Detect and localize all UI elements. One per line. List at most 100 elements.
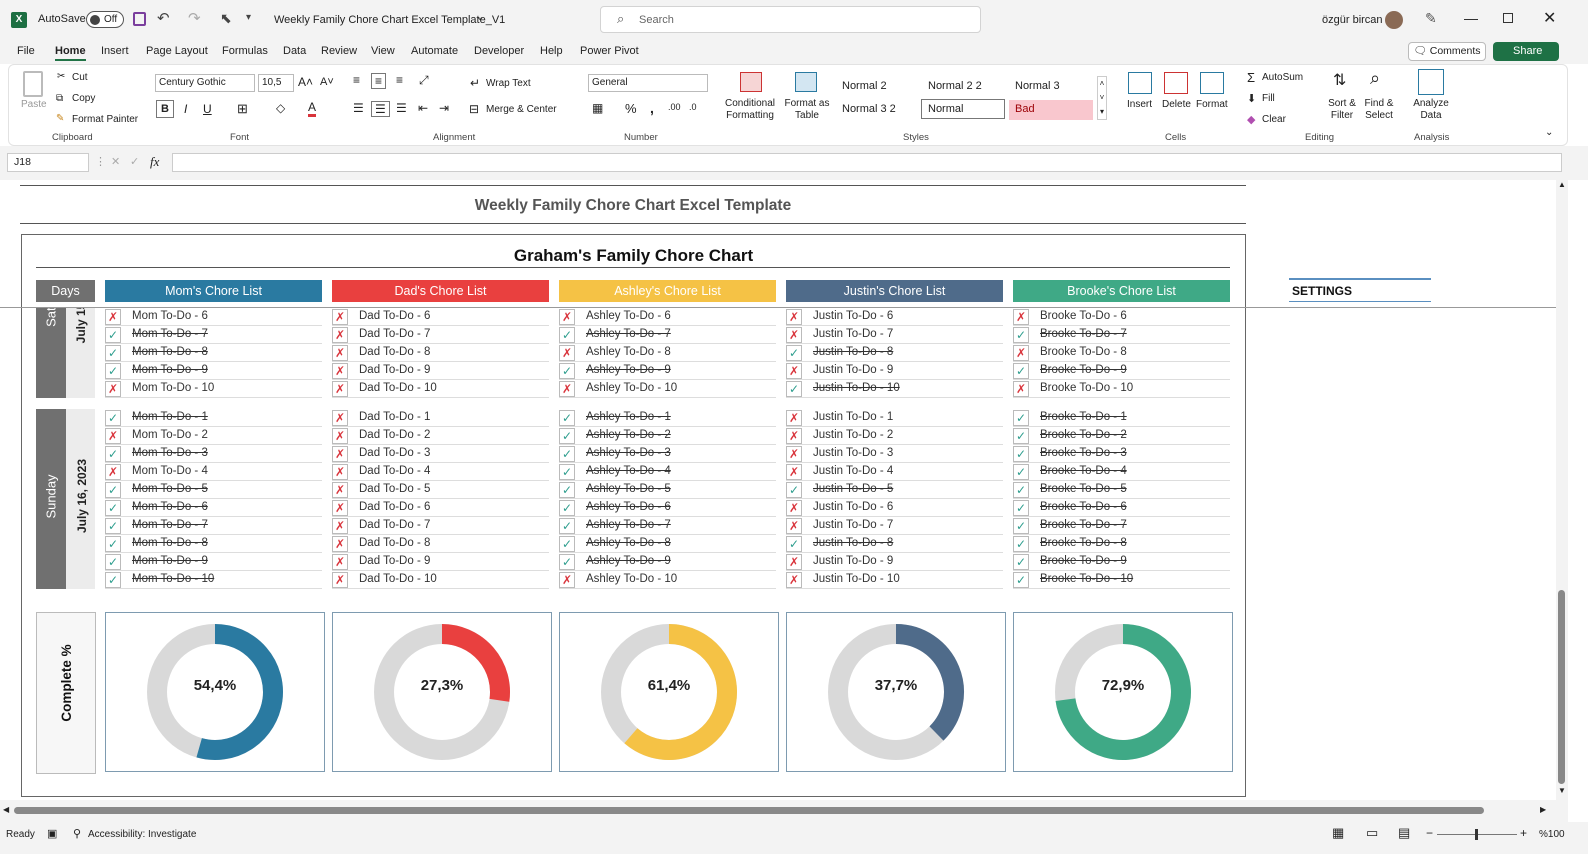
cross-icon[interactable]: ✗ — [332, 410, 348, 426]
cross-icon[interactable]: ✗ — [332, 536, 348, 552]
style-bad[interactable]: Bad — [1009, 100, 1093, 120]
align-bottom-icon[interactable]: ≡ — [396, 73, 403, 87]
checkmark-icon[interactable]: ✓ — [105, 482, 121, 498]
chore-row-justin-sun-5[interactable]: ✗ Justin To-Do - 6 — [786, 499, 1003, 517]
cross-icon[interactable]: ✗ — [1013, 345, 1029, 361]
sort-filter-button[interactable]: Sort & Filter — [1324, 98, 1360, 122]
share-button[interactable]: Share — [1493, 42, 1559, 61]
cross-icon[interactable]: ✗ — [559, 345, 575, 361]
chore-row-justin-sun-7[interactable]: ✓ Justin To-Do - 8 — [786, 535, 1003, 553]
accounting-icon[interactable]: ▦ — [592, 101, 603, 115]
cross-icon[interactable]: ✗ — [332, 572, 348, 588]
pen-icon[interactable]: ✎ — [1425, 10, 1437, 27]
checkmark-icon[interactable]: ✓ — [559, 482, 575, 498]
delete-cells-icon[interactable] — [1164, 72, 1188, 94]
cut-button[interactable]: Cut — [72, 72, 88, 83]
tab-view[interactable]: View — [371, 45, 395, 57]
chore-row-ashley-sun-7[interactable]: ✓ Ashley To-Do - 8 — [559, 535, 776, 553]
scroll-left-icon[interactable]: ◀ — [3, 805, 9, 814]
chore-row-dad-sun-4[interactable]: ✗ Dad To-Do - 5 — [332, 481, 549, 499]
chore-row-justin-sat-2[interactable]: ✓ Justin To-Do - 8 — [786, 344, 1003, 362]
vertical-scrollbar[interactable]: ▲ ▼ — [1556, 180, 1568, 800]
cross-icon[interactable]: ✗ — [786, 518, 802, 534]
chore-row-ashley-sun-1[interactable]: ✓ Ashley To-Do - 2 — [559, 427, 776, 445]
collapse-ribbon-icon[interactable]: ⌄ — [1545, 127, 1553, 138]
paste-icon[interactable] — [23, 71, 43, 97]
chore-row-justin-sun-2[interactable]: ✗ Justin To-Do - 3 — [786, 445, 1003, 463]
underline-button[interactable]: U — [203, 102, 212, 116]
cross-icon[interactable]: ✗ — [105, 381, 121, 397]
analyze-data-button[interactable]: Analyze Data — [1412, 98, 1450, 122]
checkmark-icon[interactable]: ✓ — [105, 345, 121, 361]
scroll-right-icon[interactable]: ▶ — [1540, 805, 1546, 814]
style-normal-3-2[interactable]: Normal 3 2 — [836, 100, 920, 120]
wrap-text-icon[interactable]: ↵ — [470, 76, 480, 90]
styles-scroll-icon[interactable]: ˄ ˅ ▾ — [1097, 76, 1107, 120]
chore-row-brooke-sun-4[interactable]: ✓ Brooke To-Do - 5 — [1013, 481, 1230, 499]
chore-row-dad-sat-3[interactable]: ✗ Dad To-Do - 9 — [332, 362, 549, 380]
redo-icon[interactable]: ↷ — [188, 9, 201, 27]
cross-icon[interactable]: ✗ — [332, 518, 348, 534]
fill-icon[interactable]: ⬇ — [1247, 92, 1256, 105]
chore-row-justin-sun-1[interactable]: ✗ Justin To-Do - 2 — [786, 427, 1003, 445]
checkmark-icon[interactable]: ✓ — [1013, 482, 1029, 498]
fill-button[interactable]: Fill — [1262, 93, 1275, 104]
chore-row-justin-sat-1[interactable]: ✗ Justin To-Do - 7 — [786, 326, 1003, 344]
style-normal-2-2[interactable]: Normal 2 2 — [922, 77, 1006, 97]
cross-icon[interactable]: ✗ — [332, 381, 348, 397]
zoom-slider-thumb[interactable] — [1475, 829, 1478, 840]
align-center-icon[interactable]: ☰ — [371, 101, 390, 117]
decrease-font-icon[interactable]: A˅ — [320, 76, 334, 88]
checkmark-icon[interactable]: ✓ — [105, 363, 121, 379]
cross-icon[interactable]: ✗ — [105, 464, 121, 480]
file-name[interactable]: Weekly Family Chore Chart Excel Template… — [274, 14, 505, 26]
cross-icon[interactable]: ✗ — [786, 428, 802, 444]
chore-row-justin-sun-8[interactable]: ✗ Justin To-Do - 9 — [786, 553, 1003, 571]
scroll-up-icon[interactable]: ▲ — [1558, 180, 1566, 189]
align-left-icon[interactable]: ☰ — [353, 101, 364, 115]
wrap-text-button[interactable]: Wrap Text — [486, 78, 531, 89]
delete-cells-button[interactable]: Delete — [1162, 99, 1191, 110]
cross-icon[interactable]: ✗ — [786, 572, 802, 588]
formula-input[interactable] — [172, 153, 1562, 172]
page-layout-view-icon[interactable]: ▭ — [1366, 825, 1378, 841]
zoom-out-icon[interactable]: − — [1426, 826, 1433, 840]
close-icon[interactable]: ✕ — [1543, 8, 1556, 28]
chore-row-mom-sat-2[interactable]: ✓ Mom To-Do - 8 — [105, 344, 322, 362]
merge-center-icon[interactable]: ⊟ — [469, 102, 479, 116]
checkmark-icon[interactable]: ✓ — [1013, 536, 1029, 552]
cross-icon[interactable]: ✗ — [559, 381, 575, 397]
checkmark-icon[interactable]: ✓ — [559, 410, 575, 426]
font-color-icon[interactable]: A — [308, 100, 317, 117]
checkmark-icon[interactable]: ✓ — [559, 428, 575, 444]
checkmark-icon[interactable]: ✓ — [786, 381, 802, 397]
format-cells-button[interactable]: Format — [1196, 99, 1228, 110]
cross-icon[interactable]: ✗ — [332, 327, 348, 343]
horizontal-scroll-thumb[interactable] — [14, 807, 1484, 814]
chore-row-justin-sun-4[interactable]: ✓ Justin To-Do - 5 — [786, 481, 1003, 499]
align-middle-icon[interactable]: ≡ — [371, 73, 387, 89]
formula-options-icon[interactable]: ⋮ — [95, 155, 106, 168]
chore-row-brooke-sun-8[interactable]: ✓ Brooke To-Do - 9 — [1013, 553, 1230, 571]
autosum-button[interactable]: AutoSum — [1262, 72, 1303, 83]
tab-developer[interactable]: Developer — [474, 45, 524, 57]
chore-row-dad-sun-9[interactable]: ✗ Dad To-Do - 10 — [332, 571, 549, 589]
copy-button[interactable]: Copy — [72, 93, 95, 104]
cross-icon[interactable]: ✗ — [105, 428, 121, 444]
find-select-icon[interactable]: ⌕ — [1370, 68, 1380, 89]
search-box[interactable]: ⌕ Search — [600, 6, 981, 33]
chore-row-justin-sun-6[interactable]: ✗ Justin To-Do - 7 — [786, 517, 1003, 535]
chore-row-mom-sun-9[interactable]: ✓ Mom To-Do - 10 — [105, 571, 322, 589]
chore-row-ashley-sun-8[interactable]: ✓ Ashley To-Do - 9 — [559, 553, 776, 571]
style-normal-3[interactable]: Normal 3 — [1009, 77, 1093, 97]
chore-row-mom-sun-0[interactable]: ✓ Mom To-Do - 1 — [105, 409, 322, 427]
page-break-view-icon[interactable]: ▤ — [1398, 825, 1410, 841]
autosave-toggle[interactable]: Off — [86, 11, 124, 28]
insert-function-icon[interactable]: fx — [150, 154, 159, 170]
chore-row-ashley-sun-5[interactable]: ✓ Ashley To-Do - 6 — [559, 499, 776, 517]
chore-row-dad-sun-1[interactable]: ✗ Dad To-Do - 2 — [332, 427, 549, 445]
chore-row-brooke-sat-4[interactable]: ✗ Brooke To-Do - 10 — [1013, 380, 1230, 398]
checkmark-icon[interactable]: ✓ — [1013, 428, 1029, 444]
copy-icon[interactable]: ⧉ — [56, 93, 63, 104]
checkmark-icon[interactable]: ✓ — [105, 572, 121, 588]
